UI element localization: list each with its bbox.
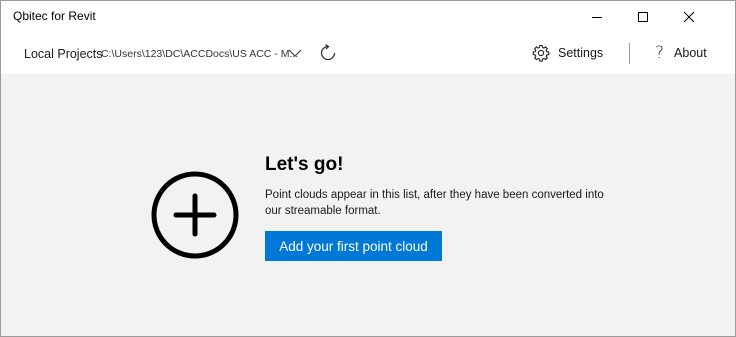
window-title: Qbitec for Revit (13, 9, 96, 23)
project-dropdown-button[interactable] (285, 45, 305, 61)
project-source-label: Local Projects (24, 47, 103, 61)
close-button[interactable] (666, 1, 712, 33)
empty-state-heading: Let's go! (265, 154, 344, 175)
app-window: Qbitec for Revit Local Projects C:\Users… (0, 0, 736, 337)
maximize-icon (638, 12, 648, 22)
empty-state-panel: Let's go! Point clouds appear in this li… (1, 74, 735, 336)
chevron-down-icon (288, 49, 302, 57)
close-icon (683, 11, 695, 23)
refresh-button[interactable] (318, 43, 338, 63)
question-mark-icon: ? (655, 43, 665, 63)
toolbar-divider (629, 43, 630, 64)
about-label: About (674, 46, 707, 60)
settings-label: Settings (558, 46, 604, 60)
about-button[interactable]: ? About (655, 42, 707, 64)
plus-circle-icon (151, 171, 239, 259)
maximize-button[interactable] (620, 1, 666, 33)
gear-icon (532, 44, 550, 62)
empty-state-description: Point clouds appear in this list, after … (265, 189, 604, 217)
minimize-icon (592, 17, 602, 18)
refresh-icon (320, 43, 336, 61)
project-path-selector[interactable]: C:\Users\123\DC\ACCDocs\US ACC - M... (101, 48, 298, 60)
settings-button[interactable]: Settings (532, 42, 603, 64)
title-bar: Qbitec for Revit (1, 1, 735, 33)
add-point-cloud-button[interactable]: Add your first point cloud (265, 231, 442, 261)
toolbar: Local Projects C:\Users\123\DC\ACCDocs\U… (1, 33, 735, 74)
minimize-button[interactable] (574, 1, 620, 33)
